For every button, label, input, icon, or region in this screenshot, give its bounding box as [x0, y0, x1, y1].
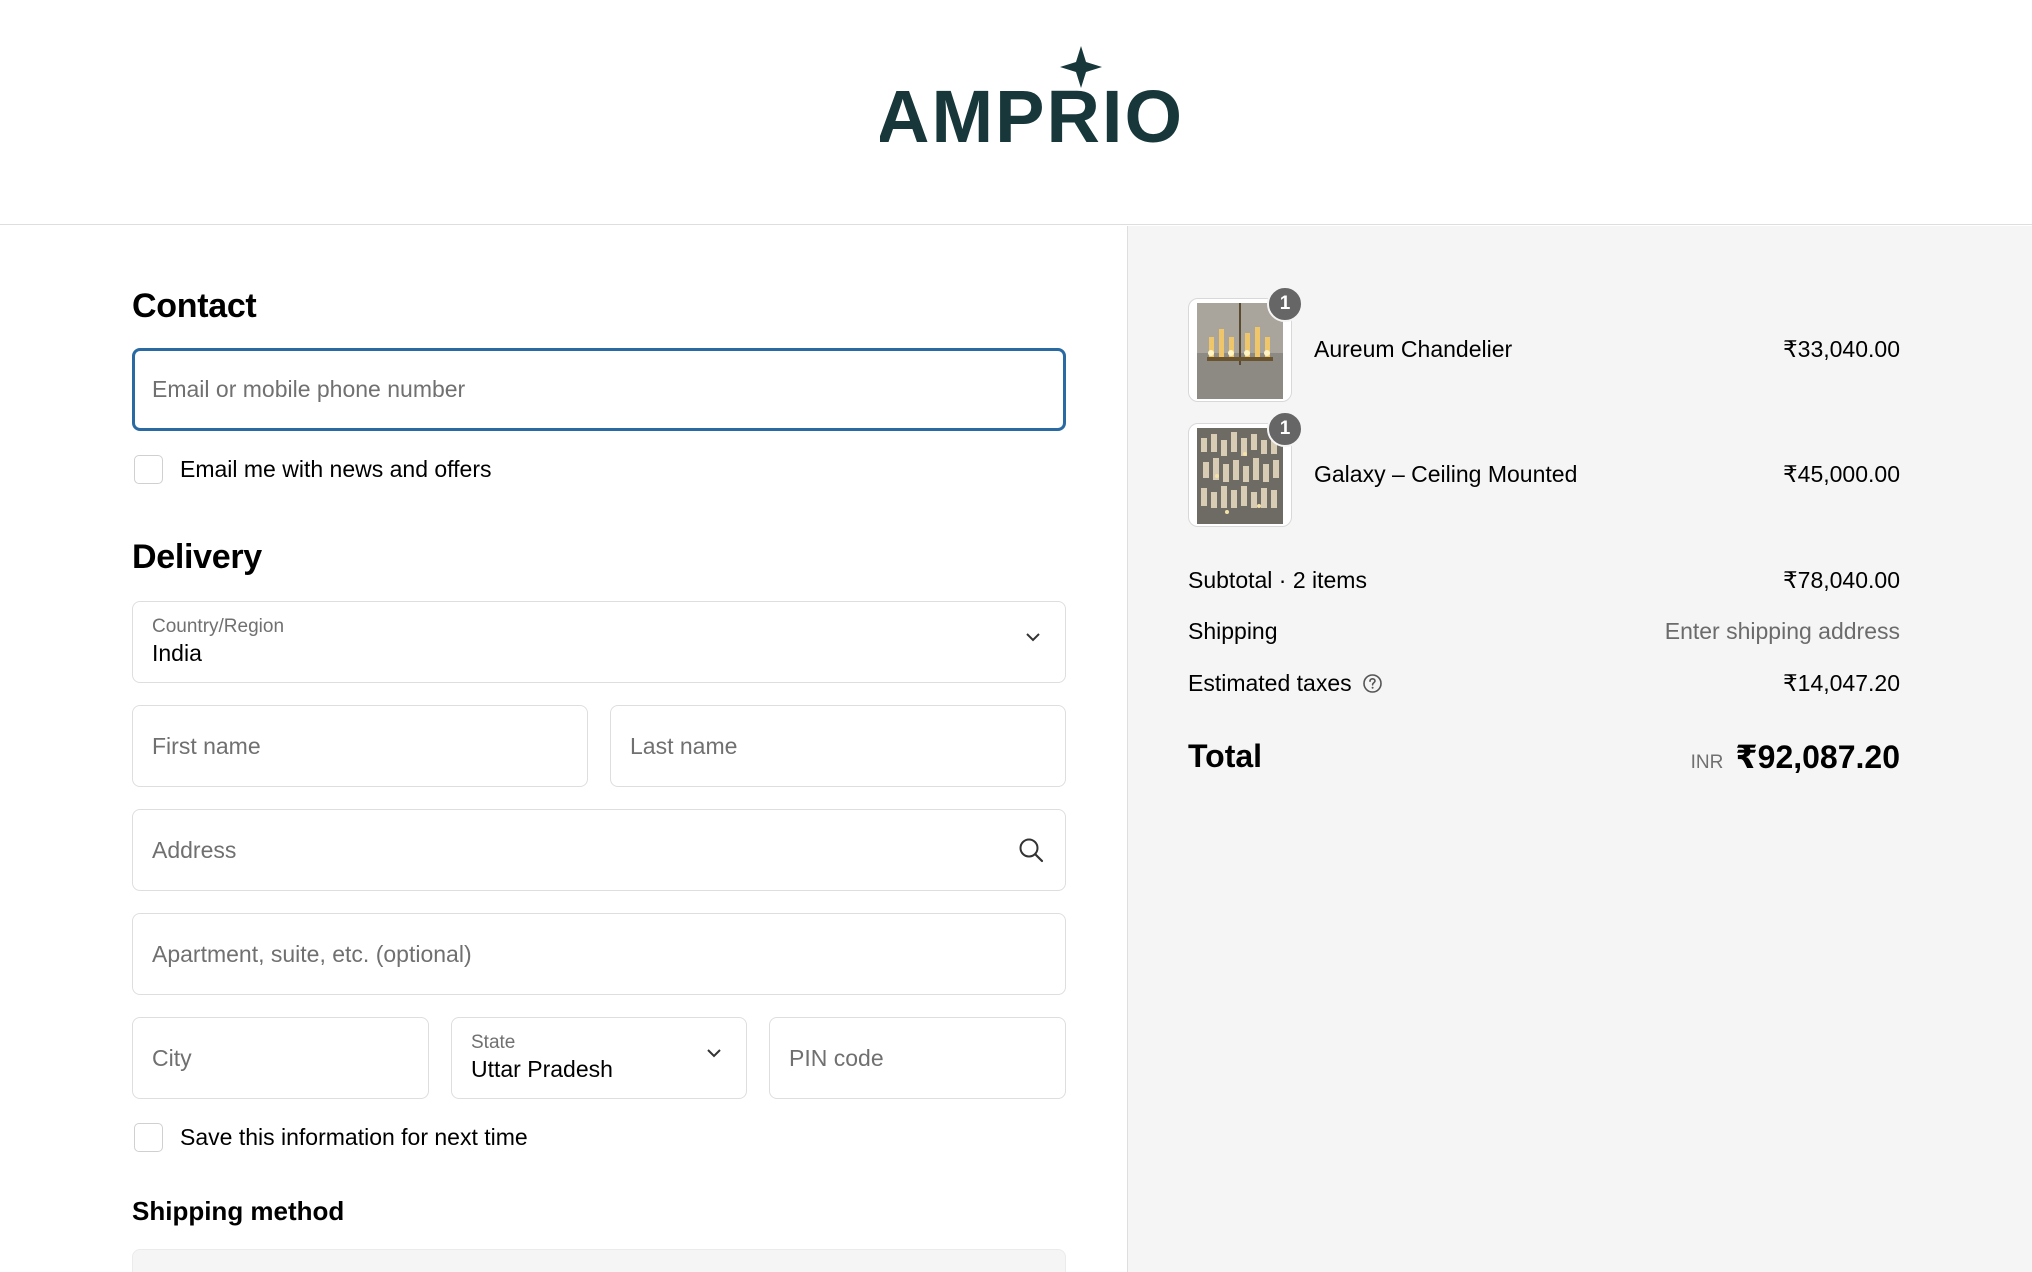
- total-label: Total: [1188, 738, 1263, 774]
- subtotal-value: ₹78,040.00: [1783, 567, 1900, 593]
- subtotal-label: Subtotal · 2 items: [1188, 567, 1367, 593]
- apartment-input[interactable]: [133, 914, 1065, 994]
- total-value: ₹92,087.20: [1735, 739, 1900, 775]
- first-name-input[interactable]: [133, 706, 587, 786]
- help-icon[interactable]: [1362, 673, 1383, 694]
- city-input[interactable]: [133, 1018, 428, 1098]
- galaxy-ceiling-image: [1197, 428, 1283, 524]
- state-select[interactable]: State Uttar Pradesh: [451, 1017, 747, 1099]
- taxes-label-wrap: Estimated taxes: [1188, 670, 1383, 697]
- taxes-label: Estimated taxes: [1188, 670, 1352, 696]
- newsletter-label: Email me with news and offers: [180, 456, 492, 482]
- address-field[interactable]: [132, 809, 1066, 891]
- last-name-input[interactable]: [611, 706, 1065, 786]
- apartment-field[interactable]: [132, 913, 1066, 995]
- cart-item: 1 Galaxy – Ceiling Mounted ₹45,000.00: [1188, 411, 1900, 527]
- delivery-heading: Delivery: [132, 538, 262, 576]
- product-name: Aureum Chandelier: [1314, 336, 1513, 362]
- last-name-field[interactable]: [610, 705, 1066, 787]
- save-info-label: Save this information for next time: [180, 1124, 528, 1150]
- cart-item: 1 Aureum Chandelier ₹33,040.00: [1188, 286, 1900, 402]
- header: AMPRIO: [0, 0, 2032, 225]
- shipping-label: Shipping: [1188, 618, 1278, 644]
- subtotal-row: Subtotal · 2 items ₹78,040.00: [1188, 567, 1900, 597]
- taxes-value: ₹14,047.20: [1783, 670, 1900, 696]
- email-input[interactable]: [135, 351, 1063, 428]
- product-name: Galaxy – Ceiling Mounted: [1314, 461, 1578, 487]
- country-select[interactable]: Country/Region India: [132, 601, 1066, 683]
- shipping-method-placeholder: [132, 1249, 1066, 1272]
- address-input[interactable]: [133, 810, 1065, 890]
- quantity-badge: 1: [1267, 286, 1303, 322]
- shipping-method-heading: Shipping method: [132, 1196, 345, 1226]
- email-field[interactable]: [132, 348, 1066, 431]
- pin-input[interactable]: [770, 1018, 1065, 1098]
- chevron-down-icon: [1026, 633, 1040, 642]
- quantity-badge: 1: [1267, 411, 1303, 447]
- state-value: Uttar Pradesh: [471, 1056, 613, 1082]
- contact-heading: Contact: [132, 287, 257, 325]
- shipping-row: Shipping Enter shipping address: [1188, 618, 1900, 648]
- country-value: India: [152, 640, 202, 666]
- product-price: ₹33,040.00: [1783, 336, 1900, 362]
- chevron-down-icon: [707, 1049, 721, 1058]
- newsletter-checkbox-row[interactable]: Email me with news and offers: [134, 455, 492, 484]
- shipping-value: Enter shipping address: [1664, 618, 1900, 644]
- save-info-checkbox[interactable]: [134, 1123, 163, 1152]
- state-label: State: [471, 1032, 516, 1053]
- pin-field[interactable]: [769, 1017, 1066, 1099]
- country-label: Country/Region: [152, 616, 285, 637]
- chandelier-image: [1197, 303, 1283, 399]
- total-currency: INR: [1690, 752, 1724, 773]
- amprio-logo[interactable]: AMPRIO: [880, 40, 1180, 150]
- product-price: ₹45,000.00: [1783, 461, 1900, 487]
- search-icon[interactable]: [1017, 836, 1045, 864]
- logo-text: AMPRIO: [880, 75, 1180, 150]
- save-info-checkbox-row[interactable]: Save this information for next time: [134, 1123, 528, 1152]
- total-amount: INR ₹92,087.20: [1691, 738, 1900, 776]
- taxes-row: Estimated taxes ₹14,047.20: [1188, 670, 1900, 700]
- city-field[interactable]: [132, 1017, 429, 1099]
- newsletter-checkbox[interactable]: [134, 455, 163, 484]
- first-name-field[interactable]: [132, 705, 588, 787]
